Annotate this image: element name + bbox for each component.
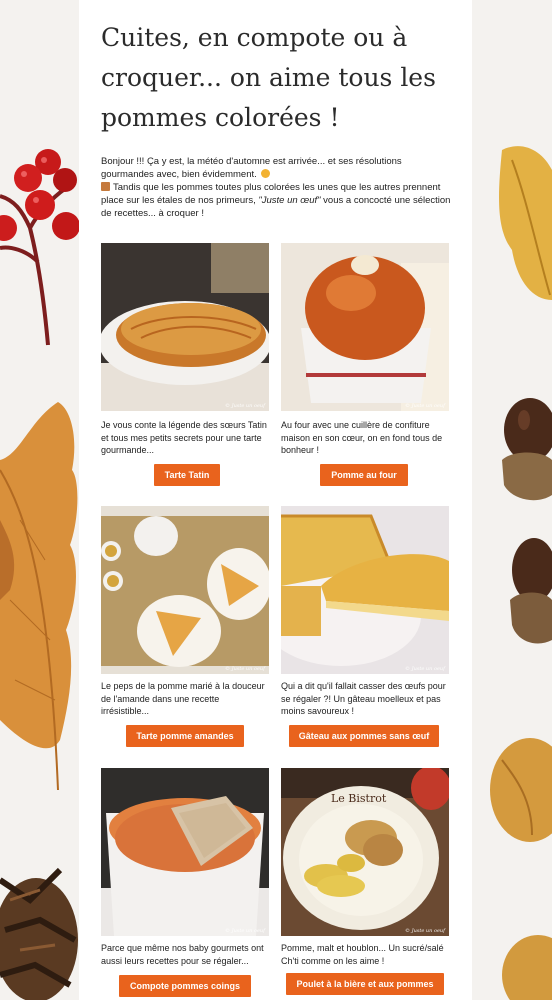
smiling-face-emoji-icon — [261, 169, 271, 178]
recipe-description: Je vous conte la légende des sœurs Tatin… — [101, 420, 267, 455]
photo-watermark: © Juste un oeuf — [404, 928, 445, 934]
tarte-tatin-photo[interactable]: © Juste un oeuf — [101, 243, 269, 411]
recipe-description: Pomme, malt et houblon... Un sucré/salé … — [281, 943, 444, 966]
photo-watermark: © Juste un oeuf — [404, 403, 445, 409]
pomme-au-four-photo[interactable]: © Juste un oeuf — [281, 243, 449, 411]
gateau-pommes-sans-oeuf-button[interactable]: Gâteau aux pommes sans œuf — [289, 725, 439, 747]
tarte-pomme-amandes-photo[interactable]: © Juste un oeuf — [101, 506, 269, 674]
recipe-description: Au four avec une cuillère de confiture m… — [281, 420, 443, 455]
intro-paragraph-1: Bonjour !!! Ça y est, la météo d'automne… — [101, 155, 451, 181]
intro-paragraph-2: Tandis que les pommes toutes plus coloré… — [101, 181, 451, 220]
article-title: Cuites, en compote ou à croquer... on ai… — [101, 23, 436, 132]
le-bistrot-plate-text: Le Bistrot — [331, 792, 387, 805]
tarte-pomme-amandes-button[interactable]: Tarte pomme amandes — [126, 725, 244, 747]
article-column: Cuites, en compote ou à croquer... on ai… — [79, 0, 472, 1000]
recipe-card-pomme-au-four: © Juste un oeuf Au four avec une cuillèr… — [281, 243, 449, 493]
recipe-description: Qui a dit qu'il fallait casser des œufs … — [281, 681, 446, 716]
poulet-biere-pommes-button[interactable]: Poulet à la bière et aux pommes — [286, 973, 444, 995]
gateau-pommes-photo[interactable]: © Juste un oeuf — [281, 506, 449, 674]
tarte-tatin-button[interactable]: Tarte Tatin — [154, 464, 220, 486]
recipe-card-tarte-pomme-amandes: © Juste un oeuf Le peps de la pomme mari… — [101, 506, 269, 756]
left-autumn-decoration — [0, 0, 79, 1000]
article-intro: Bonjour !!! Ça y est, la météo d'automne… — [101, 155, 451, 220]
poulet-biere-photo[interactable]: Le Bistrot © Juste un oeuf — [281, 768, 449, 936]
photo-watermark: © Juste un oeuf — [224, 666, 265, 672]
recipe-description: Le peps de la pomme marié à la douceur d… — [101, 681, 265, 716]
compote-photo[interactable]: © Juste un oeuf — [101, 768, 269, 936]
pomme-au-four-button[interactable]: Pomme au four — [320, 464, 408, 486]
intro-text-1: Bonjour !!! Ça y est, la météo d'automne… — [101, 156, 402, 180]
photo-watermark: © Juste un oeuf — [404, 666, 445, 672]
intro-brand-name: "Juste un œuf" — [258, 195, 321, 206]
photo-watermark: © Juste un oeuf — [224, 403, 265, 409]
compote-pommes-coings-button[interactable]: Compote pommes coings — [119, 975, 251, 997]
right-autumn-decoration — [472, 0, 552, 1000]
recipe-card-gateau-pommes-sans-oeuf: © Juste un oeuf Qui a dit qu'il fallait … — [281, 506, 449, 756]
recipe-card-tarte-tatin: © Juste un oeuf Je vous conte la légende… — [101, 243, 269, 493]
recipe-description: Parce que même nos baby gourmets ont aus… — [101, 943, 264, 966]
photo-watermark: © Juste un oeuf — [224, 928, 265, 934]
recipe-card-compote-pommes-coings: © Juste un oeuf Parce que même nos baby … — [101, 768, 269, 1000]
package-emoji-icon — [101, 182, 110, 191]
recipe-card-poulet-biere-pommes: Le Bistrot © Juste un oeuf Pomme, malt e… — [281, 768, 449, 1000]
